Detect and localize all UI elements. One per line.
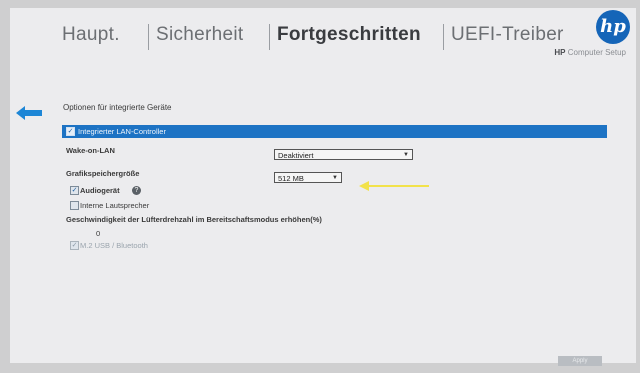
- brand-strong: HP: [554, 48, 566, 57]
- lan-controller-checkbox[interactable]: ✓: [66, 127, 75, 136]
- chevron-down-icon: ▼: [332, 175, 338, 181]
- back-arrow-icon[interactable]: [16, 106, 42, 120]
- tab-divider: [269, 24, 270, 50]
- wake-on-lan-select[interactable]: Deaktiviert ▼: [274, 149, 413, 160]
- m2-label: M.2 USB / Bluetooth: [80, 241, 148, 250]
- speaker-checkbox[interactable]: [70, 201, 79, 210]
- audio-label: Audiogerät: [80, 186, 120, 195]
- tab-uefi-treiber[interactable]: UEFI-Treiber: [451, 24, 564, 46]
- info-icon[interactable]: ?: [132, 186, 141, 195]
- audio-checkbox[interactable]: ✓: [70, 186, 79, 195]
- brand-text: Computer Setup: [567, 48, 626, 57]
- tab-sicherheit[interactable]: Sicherheit: [156, 24, 244, 46]
- annotation-arrow-icon: [359, 181, 429, 191]
- wake-on-lan-value: Deaktiviert: [278, 151, 314, 160]
- tab-divider: [443, 24, 444, 50]
- m2-checkbox[interactable]: ✓: [70, 241, 79, 250]
- chevron-down-icon: ▼: [403, 152, 409, 158]
- graphics-memory-label: Grafikspeichergröße: [66, 169, 140, 178]
- tab-fortgeschritten[interactable]: Fortgeschritten: [277, 24, 421, 46]
- tab-divider: [148, 24, 149, 50]
- lan-controller-label: Integrierter LAN-Controller: [78, 127, 166, 136]
- tab-bar: Haupt. Sicherheit Fortgeschritten UEFI-T…: [10, 8, 636, 64]
- fan-speed-value[interactable]: 0: [96, 229, 100, 238]
- speaker-label: Interne Lautsprecher: [80, 201, 150, 210]
- graphics-memory-value: 512 MB: [278, 174, 304, 183]
- graphics-memory-select[interactable]: 512 MB ▼: [274, 172, 342, 183]
- bios-screen: Haupt. Sicherheit Fortgeschritten UEFI-T…: [10, 8, 636, 366]
- wake-on-lan-label: Wake-on-LAN: [66, 146, 115, 155]
- brand-label: HP Computer Setup: [554, 48, 626, 57]
- fan-speed-label: Geschwindigkeit der Lüfterdrehzahl im Be…: [66, 215, 322, 224]
- apply-button[interactable]: Apply: [558, 356, 602, 366]
- tab-haupt[interactable]: Haupt.: [62, 24, 120, 46]
- lan-controller-row[interactable]: ✓ Integrierter LAN-Controller: [62, 125, 607, 138]
- hp-logo: hp: [596, 10, 630, 44]
- page-title: Optionen für integrierte Geräte: [63, 103, 172, 112]
